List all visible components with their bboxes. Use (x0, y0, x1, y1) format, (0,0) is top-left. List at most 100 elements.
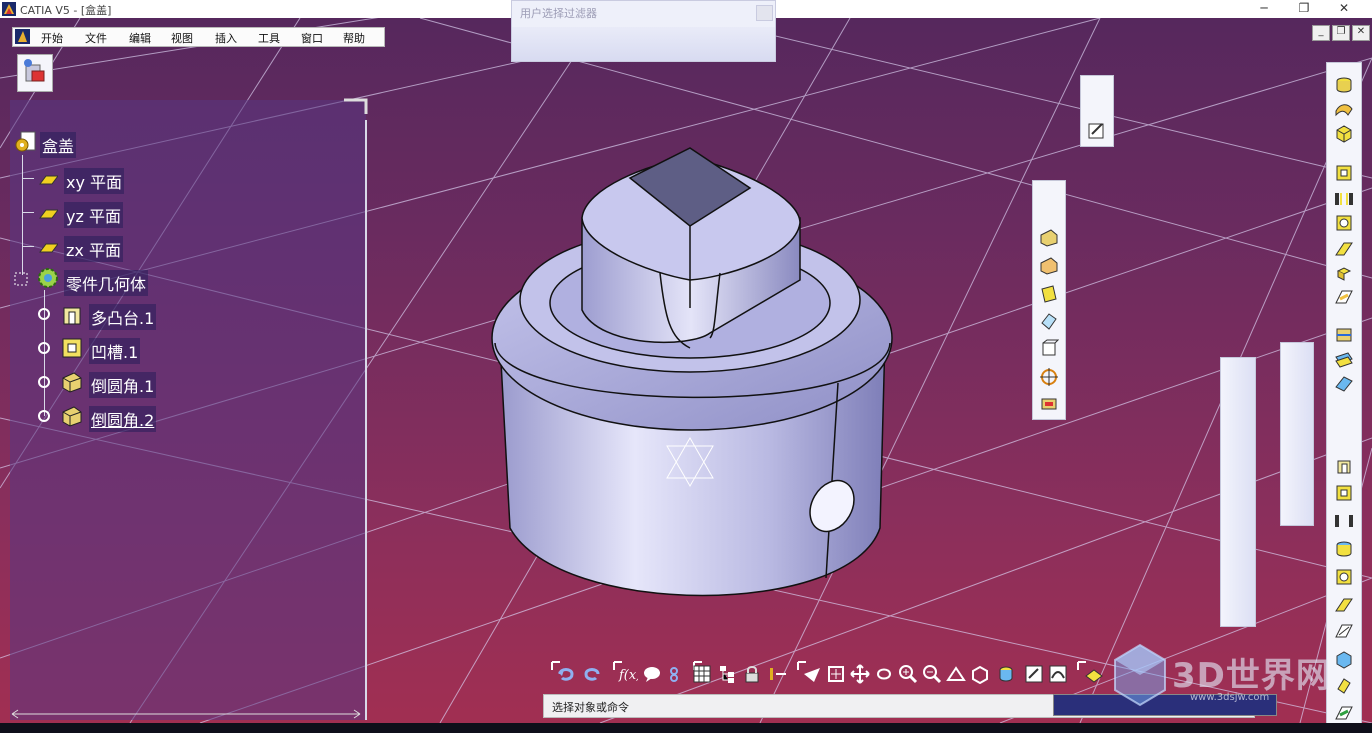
zoom-in-icon[interactable] (898, 664, 918, 684)
swap-space-icon[interactable] (1048, 664, 1068, 684)
multi-section-icon[interactable] (1334, 263, 1354, 283)
lock-icon[interactable] (742, 664, 762, 684)
stiffener-icon[interactable] (1334, 287, 1354, 307)
collapsed-toolbar-panel[interactable] (1220, 357, 1256, 627)
window-title: CATIA V5 - [盒盖] (20, 4, 112, 17)
close-surface-icon[interactable] (1334, 373, 1354, 393)
draft-tool-icon[interactable] (1039, 283, 1059, 303)
menu-start[interactable]: 开始 (41, 30, 63, 46)
hide-show-icon[interactable] (1024, 664, 1044, 684)
doc-close-button[interactable]: ✕ (1352, 25, 1370, 41)
rib-icon[interactable] (1334, 99, 1354, 119)
redo-icon[interactable] (582, 664, 602, 684)
part-design-toolbar (1326, 62, 1362, 724)
menu-help[interactable]: 帮助 (343, 30, 365, 46)
view-cube-icon[interactable] (970, 664, 990, 684)
tree-feature-fillet-1[interactable]: 倒圆角.1 (89, 372, 157, 398)
pocket-tool-icon[interactable] (1334, 163, 1354, 183)
cylinder-pad-icon[interactable] (1334, 539, 1354, 559)
plane-icon[interactable] (38, 204, 58, 224)
minimize-button[interactable]: ─ (1250, 0, 1278, 18)
menu-window[interactable]: 窗口 (301, 30, 323, 46)
maximize-button[interactable]: ❐ (1290, 0, 1318, 18)
tree-feature-multipad[interactable]: 多凸台.1 (89, 304, 157, 330)
comment-icon[interactable] (642, 664, 662, 684)
solid-icon[interactable] (1334, 123, 1354, 143)
thick-surface-icon[interactable] (1334, 349, 1354, 369)
scan-icon[interactable] (768, 664, 788, 684)
rib-tool-icon[interactable] (1334, 595, 1354, 615)
filter-close-button[interactable] (756, 5, 773, 21)
tree-icon[interactable] (718, 664, 738, 684)
workbench-icon[interactable] (17, 54, 53, 92)
tree-plane-xy[interactable]: xy 平面 (64, 168, 125, 194)
edge-fillet-icon[interactable] (60, 370, 84, 394)
doc-restore-button[interactable]: ❐ (1332, 25, 1350, 41)
part-document-icon[interactable] (14, 130, 40, 156)
link-icon[interactable] (664, 664, 684, 684)
hole-icon[interactable] (1334, 213, 1354, 233)
pan-icon[interactable] (850, 664, 870, 684)
doc-minimize-button[interactable]: _ (1312, 25, 1330, 41)
thickness-tool-icon[interactable] (1039, 339, 1059, 359)
fillet-tool-icon[interactable] (1039, 227, 1059, 247)
shell-tool-icon[interactable] (1039, 311, 1059, 331)
pocket-feature-icon[interactable] (1334, 483, 1354, 503)
tree-corner-bracket (344, 98, 368, 114)
target-tool-icon[interactable] (1039, 367, 1059, 387)
menu-file[interactable]: 文件 (85, 30, 107, 46)
tree-root-label[interactable]: 盒盖 (40, 132, 77, 158)
tree-body-label[interactable]: 零件几何体 (64, 270, 149, 296)
watermark-url: www.3dsjw.com (1190, 692, 1270, 703)
remove-face-icon[interactable] (1039, 393, 1059, 413)
shaft-icon[interactable] (1334, 511, 1354, 531)
rotate-icon[interactable] (874, 664, 894, 684)
menu-bar: 开始 文件 编辑 视图 插入 工具 窗口 帮助 (12, 27, 385, 47)
tree-node-knob[interactable] (38, 308, 50, 320)
tree-node-knob[interactable] (38, 410, 50, 422)
tree-horizontal-scrollbar[interactable] (8, 708, 364, 720)
status-prompt: 选择对象或命令 (552, 701, 629, 714)
hole-tool-icon[interactable] (1334, 567, 1354, 587)
menu-view[interactable]: 视图 (171, 30, 193, 46)
tree-connector (22, 178, 34, 179)
normal-view-icon[interactable] (946, 664, 966, 684)
chamfer-tool-icon[interactable] (1039, 255, 1059, 275)
shading-icon[interactable] (996, 664, 1016, 684)
formula-icon[interactable]: f(x) (618, 664, 638, 684)
tree-feature-pocket[interactable]: 凹槽.1 (89, 338, 141, 364)
menu-insert[interactable]: 插入 (215, 30, 237, 46)
tree-node-knob[interactable] (38, 342, 50, 354)
table-icon[interactable] (692, 664, 712, 684)
edge-fillet-tool-icon[interactable] (1334, 455, 1354, 475)
tree-plane-yz[interactable]: yz 平面 (64, 202, 123, 228)
expand-toggle-icon[interactable] (12, 270, 32, 290)
fit-all-icon[interactable] (826, 664, 846, 684)
tree-feature-fillet-2[interactable]: 倒圆角.2 (89, 406, 157, 432)
tree-connector (22, 212, 34, 213)
catia-app-icon[interactable] (15, 29, 30, 44)
part-body-gear-icon[interactable] (36, 266, 60, 290)
close-button[interactable]: ✕ (1330, 0, 1358, 18)
tree-node-knob[interactable] (38, 376, 50, 388)
user-selection-filter-dialog: 用户选择过滤器 (511, 0, 776, 62)
split-icon[interactable] (1334, 325, 1354, 345)
multi-pad-icon[interactable] (60, 302, 84, 326)
tree-panel-edge (365, 120, 367, 720)
undo-icon[interactable] (556, 664, 576, 684)
pad-icon[interactable] (1334, 75, 1354, 95)
edge-fillet-icon[interactable] (60, 404, 84, 428)
sketch-icon[interactable] (1087, 120, 1107, 140)
fly-mode-icon[interactable] (802, 664, 822, 684)
pocket-icon[interactable] (60, 336, 84, 360)
zoom-out-icon[interactable] (922, 664, 942, 684)
collapsed-toolbar-panel[interactable] (1280, 342, 1314, 526)
standard-toolbar: f(x) (548, 658, 1103, 692)
slot-icon[interactable] (1334, 239, 1354, 259)
plane-icon[interactable] (38, 238, 58, 258)
plane-icon[interactable] (38, 170, 58, 190)
tree-plane-zx[interactable]: zx 平面 (64, 236, 123, 262)
groove-icon[interactable] (1334, 189, 1354, 209)
menu-tools[interactable]: 工具 (258, 30, 280, 46)
menu-edit[interactable]: 编辑 (129, 30, 151, 46)
